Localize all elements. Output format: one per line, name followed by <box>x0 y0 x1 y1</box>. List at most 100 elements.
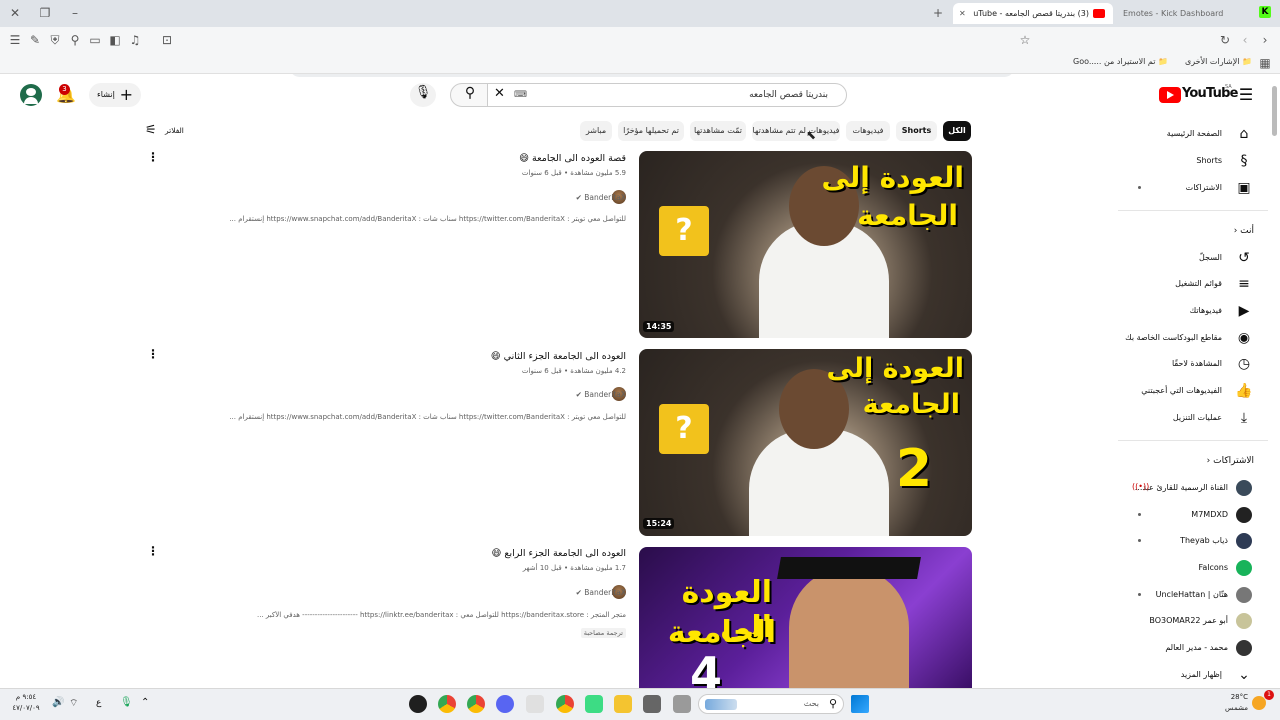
video-thumbnail[interactable]: ? العودة إلى الجامعة 2 <box>639 349 972 536</box>
create-button[interactable]: + إنشاء <box>89 83 141 107</box>
pin-icon[interactable]: ⚲ <box>68 33 82 47</box>
sidebar-item-history[interactable]: ↺ السجلّ <box>1118 245 1268 271</box>
more-actions-icon[interactable]: ⋮ <box>147 347 159 361</box>
menu-icon[interactable]: ☰ <box>8 33 22 47</box>
bookmark-icon[interactable]: ☆ <box>1018 33 1032 47</box>
bookmark-folder-other[interactable]: 📁 الإشارات الأخرى <box>1185 57 1252 66</box>
input-language[interactable]: ع <box>96 698 101 708</box>
sidebar-item-your-videos[interactable]: ▶ فيديوهاتك <box>1118 298 1268 324</box>
close-window-icon[interactable]: ✕ <box>8 6 22 20</box>
wifi-icon[interactable]: ⌔ <box>69 697 78 710</box>
chip-recently-uploaded[interactable]: تم تحميلها مؤخرًا <box>618 121 684 141</box>
extension-icon[interactable]: ✎ <box>28 33 42 47</box>
bookmark-google[interactable]: Goo... <box>1073 57 1096 66</box>
sidebar-sub-theyab[interactable]: ذياب Theyab <box>1118 528 1268 554</box>
keyboard-icon[interactable]: ⌨ <box>514 90 527 100</box>
channel-name-text: BanderitaX <box>584 193 626 202</box>
chip-watched[interactable]: تمّت مشاهدتها <box>690 121 746 141</box>
more-actions-icon[interactable]: ⋮ <box>147 150 159 164</box>
video-description: متجر المتجر : https://banderitax.store ل… <box>257 611 626 619</box>
weather-widget[interactable]: 28°C مشمس <box>1218 692 1248 714</box>
back-icon[interactable]: › <box>1258 33 1272 47</box>
voice-search-button[interactable]: 🎙 <box>410 83 436 107</box>
minimize-window-icon[interactable]: – <box>68 6 82 20</box>
discord-icon[interactable] <box>496 695 514 713</box>
tray-chevron-up-icon[interactable]: ⌃ <box>141 697 149 708</box>
chrome-icon[interactable] <box>438 695 456 713</box>
shield-icon[interactable]: ⛨ <box>48 33 62 47</box>
sidebar-sub-quran[interactable]: القناة الرسمية للقارئ عبد... ((•)) <box>1118 475 1268 501</box>
screenshot-icon[interactable]: ⊡ <box>160 33 174 47</box>
sidebar-sub-m7mdxd[interactable]: M7MDXD <box>1118 502 1268 528</box>
sidebar-item-liked[interactable]: 👍 الفيديوهات التي أعجبتني <box>1118 378 1268 404</box>
android-studio-icon[interactable] <box>585 695 603 713</box>
channel-avatar <box>1236 560 1252 576</box>
chip-videos[interactable]: فيديوهات <box>846 121 890 141</box>
media-player-icon[interactable] <box>409 695 427 713</box>
sidebar-sub-mohammed[interactable]: محمد - مدير العالم <box>1118 635 1268 661</box>
sidebar-icon[interactable]: ◧ <box>108 33 122 47</box>
chrome-profile-icon[interactable] <box>467 695 485 713</box>
sidebar-subscriptions-header[interactable]: الاشتراكات ‹ <box>1118 448 1268 474</box>
chip-shorts[interactable]: Shorts <box>896 121 937 141</box>
reload-icon[interactable]: ↻ <box>1218 33 1232 47</box>
sidebar-sub-unclehattan[interactable]: هتّان | UncleHattan <box>1118 582 1268 608</box>
clock-time: ٩:٥٤ م <box>15 693 37 701</box>
sidebar-item-podcasts[interactable]: ◉ مقاطع البودكاست الخاصة بك <box>1118 325 1268 351</box>
video-thumbnail[interactable]: ? العودة إلى الجامعة <box>639 151 972 338</box>
forward-icon[interactable]: ‹ <box>1238 33 1252 47</box>
chip-live[interactable]: مباشر <box>580 121 612 141</box>
volume-icon[interactable]: 🔊 <box>52 697 64 708</box>
video-title[interactable]: قصة العوده الى الجامعة 😄 <box>519 153 626 164</box>
tab-youtube[interactable]: ✕ (3) بندريتا قصص الجامعه - YouTube <box>953 3 1113 24</box>
new-tab-icon[interactable]: + <box>931 6 945 20</box>
filters-label: الفلاتر <box>165 126 184 135</box>
channel-name[interactable]: BanderitaX ✔ <box>576 193 626 202</box>
youtube-logo-icon[interactable] <box>1159 87 1181 103</box>
tab-kick[interactable]: Emotes - Kick Dashboard <box>1115 3 1255 24</box>
subtitles-badge: ترجمة مصاحبة <box>580 628 626 638</box>
sidebar-item-home[interactable]: ⌂ الصفحة الرئيسية <box>1118 121 1268 147</box>
task-view-icon[interactable] <box>673 695 691 713</box>
channel-name[interactable]: BanderitaX ✔ <box>576 390 626 399</box>
search-input[interactable]: ✕ ⌨ بندريتا قصص الجامعه <box>487 83 847 107</box>
clear-search-icon[interactable]: ✕ <box>494 86 505 101</box>
paint-icon[interactable] <box>526 695 544 713</box>
video-title[interactable]: العوده الى الجامعة الجزء الرابع 😄 <box>491 548 626 559</box>
search-button[interactable]: ⚲ <box>450 83 488 107</box>
restore-window-icon[interactable]: ❐ <box>38 6 52 20</box>
filters-button[interactable]: ⚟ الفلاتر <box>145 123 195 141</box>
sidebar-you-header[interactable]: أنت ‹ <box>1118 218 1268 244</box>
sidebar-show-more[interactable]: ⌄ إظهار المزيد <box>1118 662 1268 688</box>
sidebar-item-downloads[interactable]: ⤓ عمليات التنزيل <box>1118 405 1268 431</box>
close-tab-icon[interactable]: ✕ <box>959 3 966 24</box>
sidebar-item-shorts[interactable]: § Shorts <box>1118 148 1268 174</box>
sidebar-item-watch-later[interactable]: ◷ المشاهدة لاحقًا <box>1118 351 1268 377</box>
avatar[interactable] <box>20 84 42 106</box>
hamburger-menu-icon[interactable]: ☰ <box>1236 85 1256 105</box>
clock[interactable]: ٩:٥٤ م ٤٧/٠٧/٠٩ <box>8 692 44 714</box>
sidebar-item-playlists[interactable]: ≡ قوائم التشغيل <box>1118 271 1268 297</box>
wallet-icon[interactable]: ▭ <box>88 33 102 47</box>
chrome-alt-icon[interactable] <box>556 695 574 713</box>
taskbar-search[interactable]: ⚲ بحث <box>698 694 844 714</box>
thumb-title-line-1: العودة إلى <box>826 353 964 384</box>
chip-unwatched[interactable]: فيديوهات لم تتم مشاهدتها <box>752 121 840 141</box>
bookmark-folder-imported[interactable]: 📁 تم الاستيراد من ... <box>1094 57 1168 66</box>
scrollbar-thumb[interactable] <box>1272 86 1277 136</box>
video-title[interactable]: العوده الى الجامعة الجزء الثاني 😄 <box>491 351 626 362</box>
sidebar-sub-bo3omar[interactable]: أبو عمر BO3OMAR22 <box>1118 608 1268 634</box>
sidebar-item-label: M7MDXD <box>1191 510 1228 519</box>
chip-all[interactable]: الكل <box>943 121 971 141</box>
more-actions-icon[interactable]: ⋮ <box>147 544 159 558</box>
microphone-icon[interactable]: 🎙 <box>120 697 133 708</box>
store-icon[interactable] <box>643 695 661 713</box>
windows-start-icon[interactable] <box>851 695 869 713</box>
sidebar-sub-falcons[interactable]: Falcons <box>1118 555 1268 581</box>
sidebar-item-subscriptions[interactable]: ▣ الاشتراكات <box>1118 175 1268 201</box>
file-explorer-icon[interactable] <box>614 695 632 713</box>
music-icon[interactable]: ♫ <box>128 33 142 47</box>
video-thumbnail[interactable]: العودة الى الجامعة 4 <box>639 547 972 688</box>
apps-icon[interactable]: ▦ <box>1258 56 1272 70</box>
channel-name[interactable]: BanderitaX ✔ <box>576 588 626 597</box>
